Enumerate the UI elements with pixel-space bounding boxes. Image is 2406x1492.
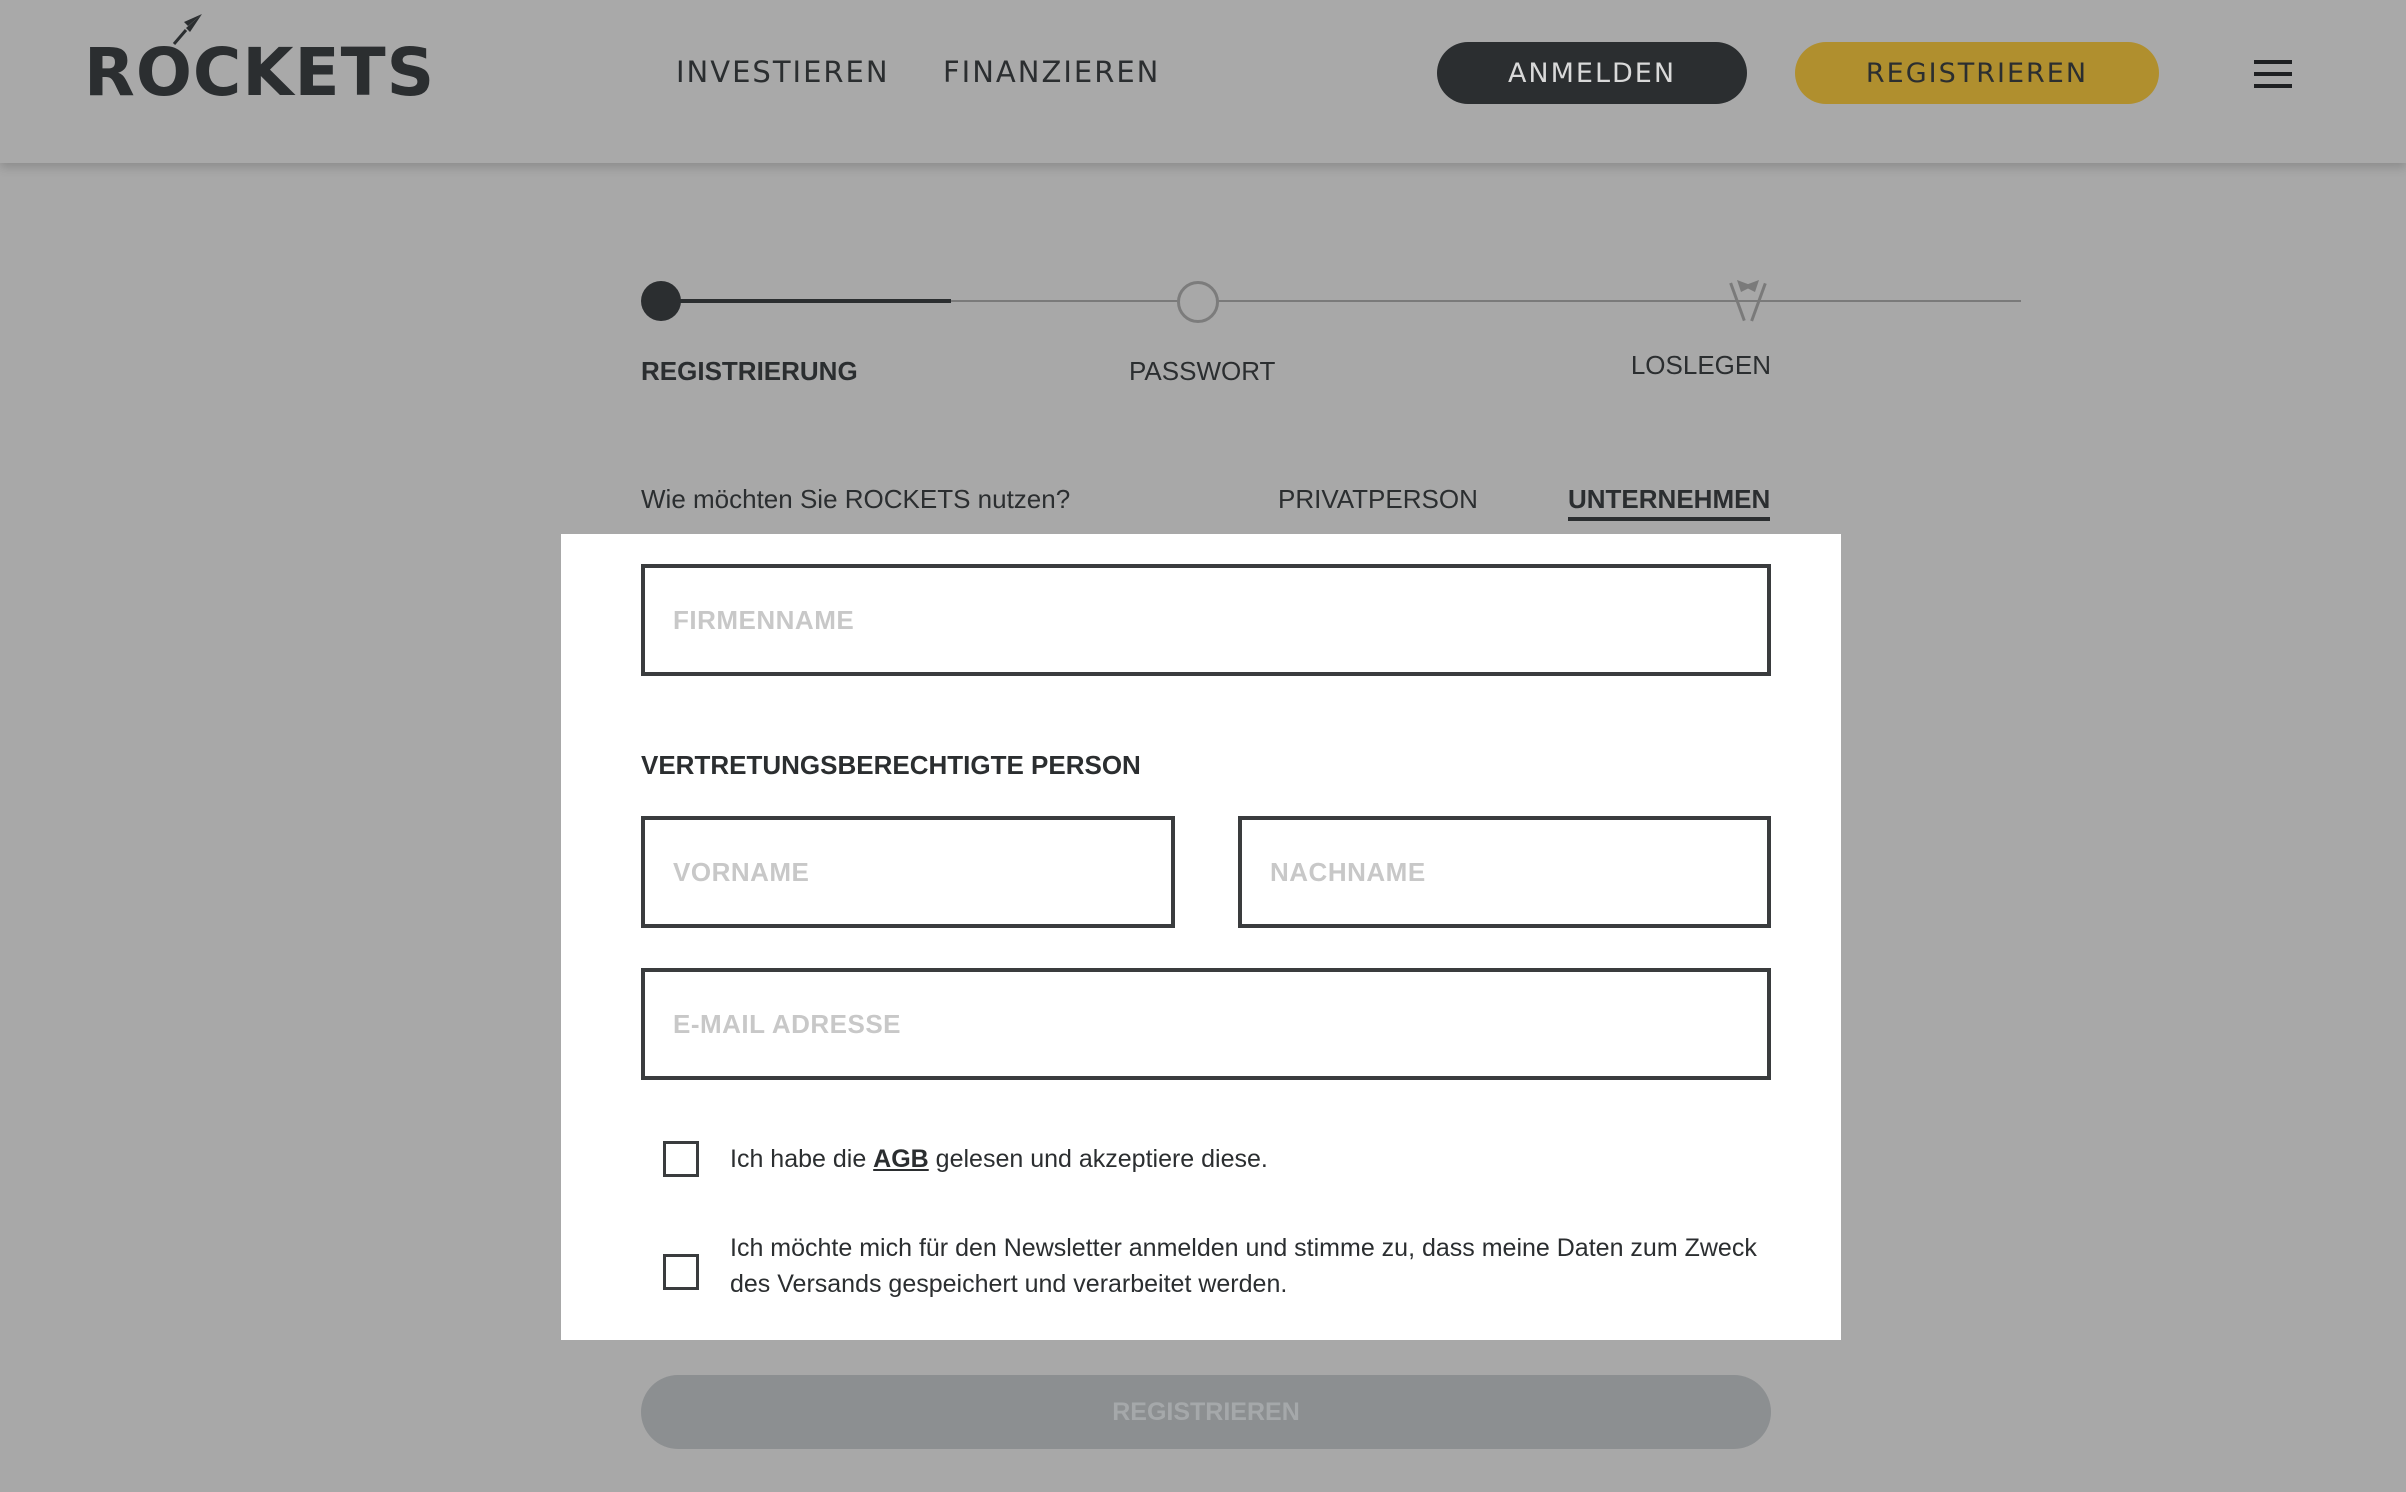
menu-bar — [2254, 72, 2292, 76]
registration-stepper: REGISTRIERUNG PASSWORT LOSLEGEN — [641, 276, 2021, 396]
step-label-password: PASSWORT — [1129, 356, 1276, 386]
register-header-button-label: REGISTRIEREN — [1865, 57, 2089, 89]
step-indicator-password — [1177, 281, 1219, 323]
register-submit-button[interactable]: REGISTRIEREN — [641, 1375, 1771, 1449]
tab-private-person[interactable]: PRIVATPERSON — [1278, 484, 1478, 515]
newsletter-consent-text: Ich möchte mich für den Newsletter anmel… — [730, 1234, 1757, 1298]
last-name-input[interactable] — [1242, 820, 1767, 924]
authorized-person-heading: VERTRETUNGSBERECHTIGTE PERSON — [641, 750, 1141, 780]
logo-text: ROCKETS — [84, 34, 436, 111]
nav-finance-link[interactable]: FINANZIEREN — [943, 55, 1160, 89]
tab-company[interactable]: UNTERNEHMEN — [1568, 484, 1771, 521]
login-button[interactable]: ANMELDEN — [1437, 42, 1747, 104]
register-header-button[interactable]: REGISTRIEREN — [1795, 42, 2159, 104]
agb-text-after: gelesen und akzeptiere diese. — [928, 1145, 1268, 1173]
nav-invest-link[interactable]: INVESTIEREN — [676, 55, 890, 89]
step-label-start: LOSLEGEN — [1630, 350, 1771, 380]
first-name-input[interactable] — [645, 820, 1171, 924]
site-header: ROCKETS INVESTIEREN FINANZIEREN ANMELDEN… — [0, 0, 2406, 163]
agb-consent-text: Ich habe die AGB gelesen und akzeptiere … — [730, 1141, 1268, 1177]
last-name-field[interactable] — [1238, 816, 1771, 928]
first-name-field[interactable] — [641, 816, 1175, 928]
company-name-input[interactable] — [645, 568, 1767, 672]
step-indicator-registration — [641, 281, 681, 321]
flag-icon — [1729, 280, 1767, 322]
stepper-track — [951, 300, 2021, 302]
email-field[interactable] — [641, 968, 1771, 1080]
agb-text-before: Ich habe die — [730, 1145, 874, 1173]
newsletter-checkbox[interactable] — [663, 1254, 699, 1290]
rockets-logo[interactable]: ROCKETS — [84, 10, 434, 106]
agb-link[interactable]: AGB — [873, 1145, 929, 1173]
stepper-track-progress — [661, 299, 951, 303]
login-button-label: ANMELDEN — [1507, 57, 1677, 89]
email-input[interactable] — [645, 972, 1767, 1076]
company-name-field[interactable] — [641, 564, 1771, 676]
hamburger-menu-icon[interactable] — [2254, 60, 2294, 88]
registration-form-panel: VERTRETUNGSBERECHTIGTE PERSON Ich habe d… — [561, 534, 1841, 1340]
step-label-registration: REGISTRIERUNG — [641, 356, 858, 386]
usage-question: Wie möchten Sie ROCKETS nutzen? — [641, 484, 1071, 514]
register-submit-label: REGISTRIEREN — [1112, 1397, 1300, 1426]
menu-bar — [2254, 84, 2292, 88]
agb-checkbox[interactable] — [663, 1141, 699, 1177]
menu-bar — [2254, 60, 2292, 64]
